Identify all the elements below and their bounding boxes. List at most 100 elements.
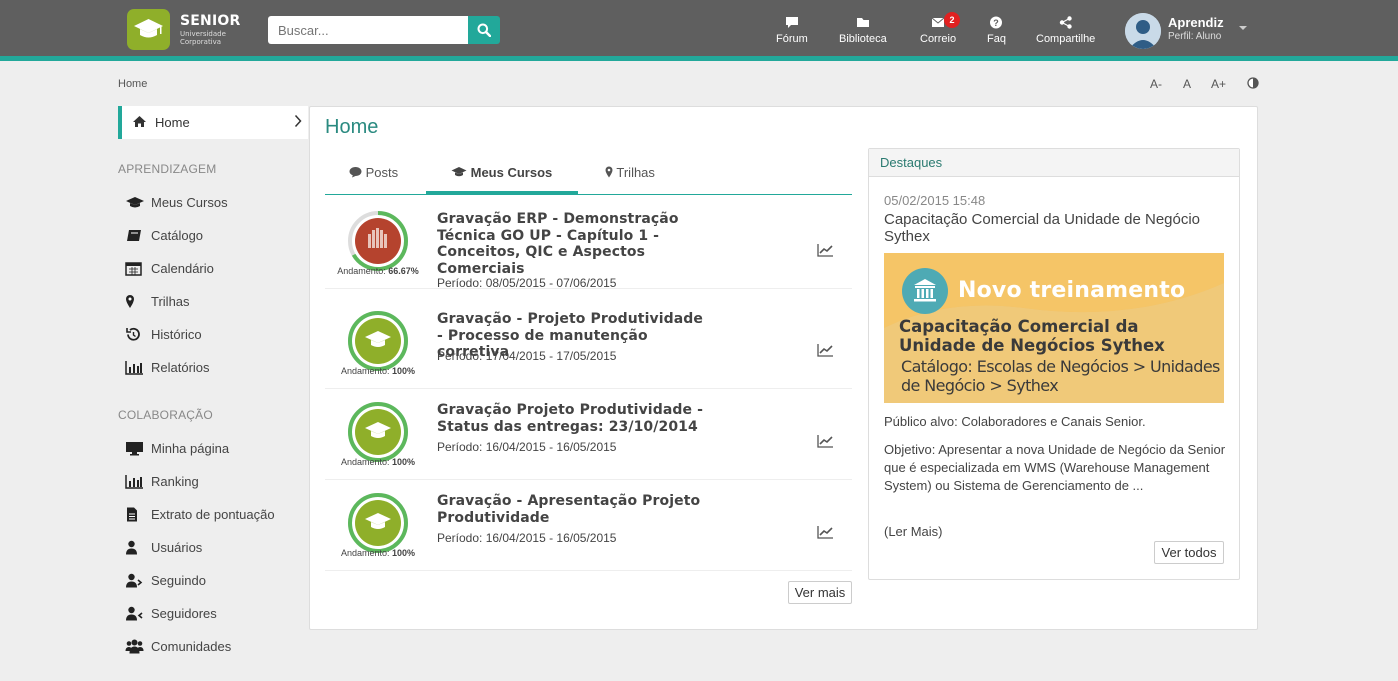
read-more-link[interactable]: (Ler Mais) [884, 523, 1229, 541]
active-tab-indicator [426, 191, 578, 195]
sidebar-item-label: Calendário [151, 261, 214, 276]
sidebar-item-label: Usuários [151, 540, 203, 555]
sidebar-item-label: Relatórios [151, 360, 210, 375]
course-progress: Andamento: 66.67% [325, 266, 431, 276]
progress-value: 100% [392, 548, 416, 558]
font-decrease-button[interactable]: A- [1150, 77, 1162, 91]
book-icon [125, 228, 145, 244]
course-progress: Andamento: 100% [325, 366, 431, 376]
banner-title: Capacitação Comercial da Unidade de Negó… [899, 317, 1165, 355]
banner-headline: Novo treinamento [958, 278, 1186, 303]
course-period: Período: 16/04/2015 - 16/05/2015 [437, 531, 617, 545]
highlights-heading: Destaques [880, 155, 943, 170]
group-icon [125, 639, 145, 655]
highlight-banner-image[interactable]: Novo treinamento Capacitação Comercial d… [884, 253, 1224, 403]
nav-faq[interactable]: ? Faq [987, 16, 1006, 45]
ver-mais-button[interactable]: Ver mais [788, 581, 852, 604]
progress-value: 100% [392, 457, 416, 467]
document-icon [125, 507, 145, 523]
comment-icon [349, 167, 362, 178]
course-progress-ring [348, 402, 408, 462]
sidebar-item-label: Meus Cursos [151, 195, 228, 210]
course-progress-ring [348, 211, 408, 271]
user-menu-caret-icon[interactable] [1239, 26, 1247, 30]
sidebar-item-label: Catálogo [151, 228, 204, 243]
contrast-toggle[interactable] [1247, 77, 1259, 92]
course-title[interactable]: Gravação - Apresentação Projeto Produtiv… [437, 493, 707, 526]
share-icon [1036, 16, 1095, 32]
sidebar-item-label: Trilhas [151, 294, 190, 309]
user-icon [125, 540, 145, 556]
nav-correio[interactable]: 2 Correio [920, 12, 960, 45]
search-button[interactable] [468, 16, 500, 44]
breadcrumb[interactable]: Home [118, 78, 147, 90]
map-marker-icon [605, 166, 613, 178]
bar-chart-icon [125, 360, 145, 376]
nav-compartilhe-label: Compartilhe [1036, 33, 1096, 45]
course-progress-ring [348, 493, 408, 553]
senior-logo[interactable] [127, 9, 170, 50]
tab-meus-cursos[interactable]: Meus Cursos [451, 165, 552, 180]
progress-value: 66.67% [388, 266, 419, 276]
comment-icon [776, 16, 808, 32]
search-input[interactable] [268, 16, 468, 44]
graduation-cap-icon [134, 19, 163, 38]
highlight-audience: Público alvo: Colaboradores e Canais Sen… [884, 414, 1146, 429]
contrast-icon [1247, 77, 1259, 89]
sidebar-section-aprendizagem: APRENDIZAGEM [118, 162, 217, 176]
home-icon [132, 115, 147, 132]
ver-todos-button[interactable]: Ver todos [1154, 541, 1224, 564]
user-role: Perfil: Aluno [1168, 31, 1222, 42]
user-follow-icon [125, 573, 145, 589]
chevron-right-icon [294, 114, 302, 132]
nav-biblioteca[interactable]: Biblioteca [839, 16, 887, 45]
nav-biblioteca-label: Biblioteca [839, 33, 887, 45]
sidebar-section-colaboracao: COLABORAÇÃO [118, 408, 213, 422]
course-title[interactable]: Gravação Projeto Produtividade - Status … [437, 402, 707, 435]
sidebar-item-home[interactable]: Home [118, 106, 308, 139]
avatar[interactable] [1125, 13, 1161, 49]
sidebar-item-label: Seguindo [151, 573, 206, 588]
mail-badge: 2 [944, 12, 960, 28]
nav-forum[interactable]: Fórum [776, 16, 808, 45]
line-chart-icon[interactable] [817, 243, 834, 257]
font-increase-button[interactable]: A+ [1211, 77, 1226, 91]
map-marker-icon [125, 294, 145, 310]
tab-trilhas[interactable]: Trilhas [605, 165, 655, 180]
user-followers-icon [125, 606, 145, 622]
user-name[interactable]: Aprendiz [1168, 15, 1224, 30]
progress-label: Andamento: [337, 266, 386, 276]
nav-compartilhe[interactable]: Compartilhe [1036, 16, 1095, 45]
highlight-objective: Objetivo: Apresentar a nova Unidade de N… [884, 442, 1226, 493]
history-icon [125, 327, 145, 343]
nav-forum-label: Fórum [776, 33, 808, 45]
folder-icon [839, 16, 887, 32]
course-progress: Andamento: 100% [325, 457, 431, 467]
course-progress-ring [348, 311, 408, 371]
question-icon: ? [987, 16, 1006, 32]
nav-correio-label: Correio [920, 33, 957, 45]
course-row[interactable]: Andamento: 100% Gravação Projeto Produtiv… [325, 389, 852, 480]
sidebar-item-label: Extrato de pontuação [151, 507, 275, 522]
tab-posts-label: Posts [365, 165, 399, 180]
nav-faq-label: Faq [987, 33, 1006, 45]
tab-trilhas-label: Trilhas [616, 165, 655, 180]
tab-posts[interactable]: Posts [349, 165, 398, 180]
course-period: Período: 16/04/2015 - 16/05/2015 [437, 440, 617, 454]
sidebar-item-label: Minha página [151, 441, 230, 456]
course-row[interactable]: Andamento: 100% Gravação - Projeto Produt… [325, 298, 852, 389]
course-row[interactable]: Andamento: 100% Gravação - Apresentação P… [325, 480, 852, 571]
highlight-title[interactable]: Capacitação Comercial da Unidade de Negó… [884, 211, 1229, 245]
course-title[interactable]: Gravação ERP - Demonstração Técnica GO U… [437, 211, 707, 277]
course-period: Período: 08/05/2015 - 07/06/2015 [437, 276, 617, 290]
brand-title: SENIOR [180, 13, 241, 29]
svg-text:?: ? [994, 18, 1000, 28]
line-chart-icon[interactable] [817, 525, 834, 539]
bar-chart-icon [125, 474, 145, 490]
course-period: Período: 17/04/2015 - 17/05/2015 [437, 349, 617, 363]
line-chart-icon[interactable] [817, 343, 834, 357]
course-row[interactable]: Andamento: 66.67% Gravação ERP - Demonstr… [325, 198, 852, 290]
font-reset-button[interactable]: A [1183, 77, 1191, 91]
page-title: Home [325, 116, 379, 138]
line-chart-icon[interactable] [817, 434, 834, 448]
